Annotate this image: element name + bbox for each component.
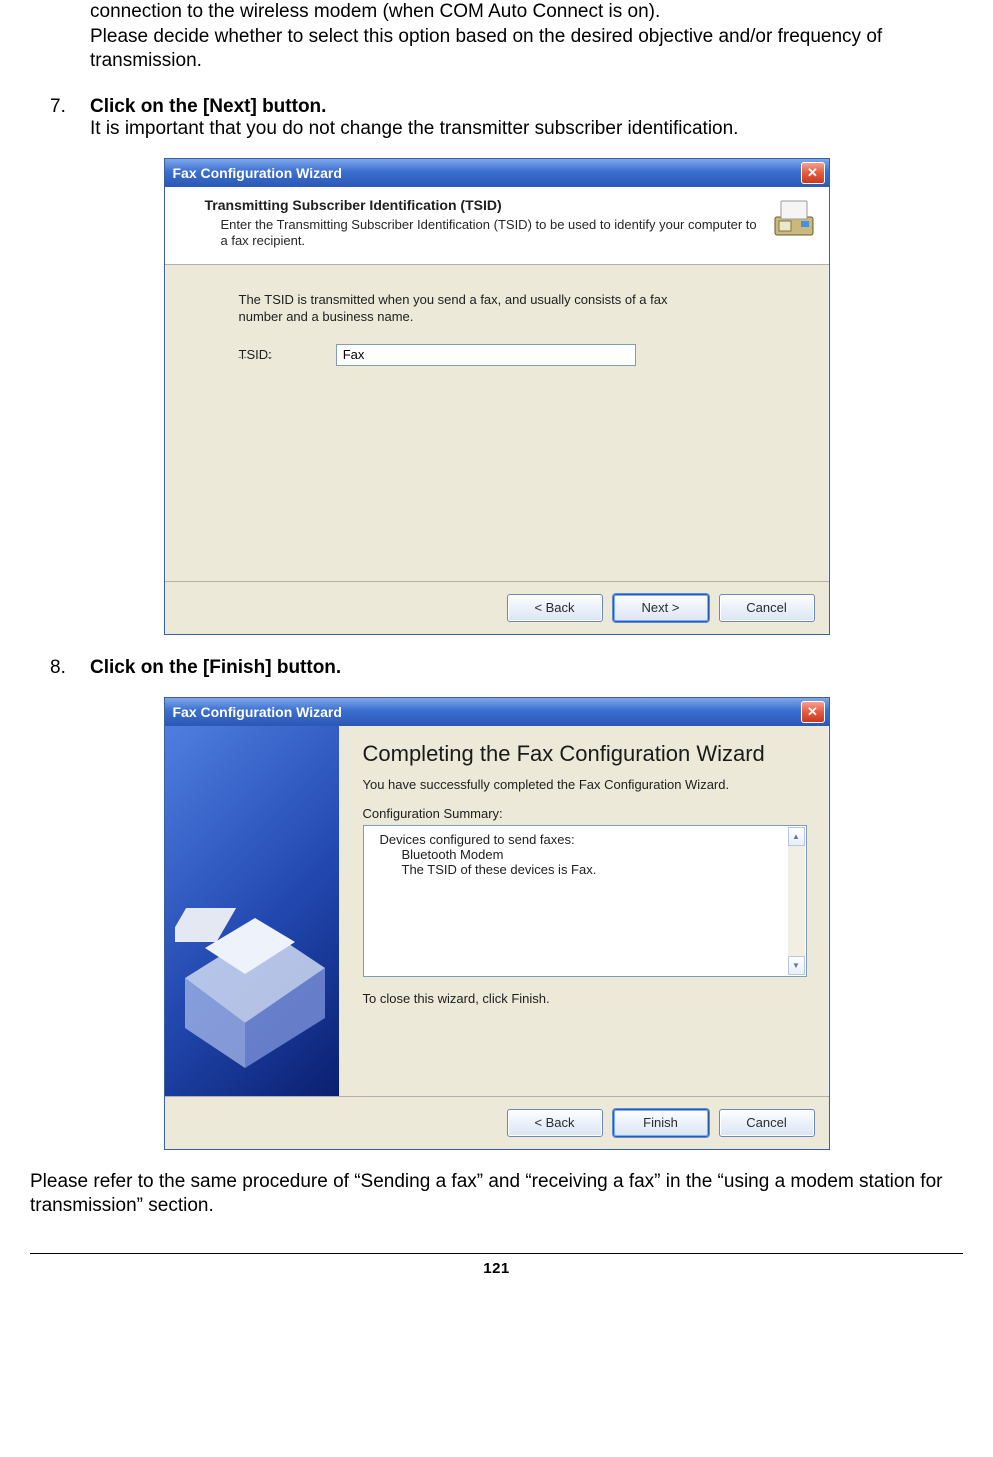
scroll-down-icon[interactable]: ▼ — [788, 956, 805, 975]
tsid-info-text: The TSID is transmitted when you send a … — [239, 291, 689, 326]
cancel-button[interactable]: Cancel — [719, 1109, 815, 1137]
close-icon[interactable]: ✕ — [801, 701, 825, 723]
page-number: 121 — [20, 1254, 973, 1289]
step-7: 7. Click on the [Next] button. It is imp… — [20, 96, 973, 140]
step-7-title: Click on the [Next] button. — [90, 96, 326, 117]
completion-heading: Completing the Fax Configuration Wizard — [363, 740, 807, 768]
close-hint: To close this wizard, click Finish. — [363, 991, 807, 1006]
intro-paragraph: connection to the wireless modem (when C… — [90, 0, 973, 74]
wizard-header-desc: Enter the Transmitting Subscriber Identi… — [221, 217, 759, 250]
cancel-button[interactable]: Cancel — [719, 594, 815, 622]
screenshot-1: Fax Configuration Wizard ✕ Transmitting … — [20, 158, 973, 635]
titlebar: Fax Configuration Wizard ✕ — [165, 698, 829, 726]
wizard-right-pane: Completing the Fax Configuration Wizard … — [339, 726, 829, 1096]
summary-line-2: Bluetooth Modem — [402, 847, 798, 862]
wizard-body: Completing the Fax Configuration Wizard … — [165, 726, 829, 1096]
fax-wizard-complete: Fax Configuration Wizard ✕ Completing th… — [164, 697, 830, 1150]
close-icon[interactable]: ✕ — [801, 162, 825, 184]
next-button[interactable]: Next > — [613, 594, 709, 622]
screenshot-2: Fax Configuration Wizard ✕ Completing th… — [20, 697, 973, 1150]
step-7-subtitle: It is important that you do not change t… — [90, 118, 738, 139]
scroll-up-icon[interactable]: ▲ — [788, 827, 805, 846]
wizard-header: Transmitting Subscriber Identification (… — [165, 187, 829, 265]
wizard-header-title: Transmitting Subscriber Identification (… — [205, 197, 759, 213]
summary-textarea[interactable]: Devices configured to send faxes: Blueto… — [363, 825, 807, 977]
scrollbar[interactable]: ▲ ▼ — [788, 827, 805, 975]
outro-paragraph: Please refer to the same procedure of “S… — [30, 1170, 963, 1219]
titlebar: Fax Configuration Wizard ✕ — [165, 159, 829, 187]
fax-wizard-tsid: Fax Configuration Wizard ✕ Transmitting … — [164, 158, 830, 635]
summary-label: Configuration Summary: — [363, 806, 807, 821]
step-8-number: 8. — [50, 657, 90, 679]
wizard-sidebar-graphic — [165, 726, 339, 1096]
wizard-button-bar: < Back Finish Cancel — [165, 1096, 829, 1149]
step-8: 8. Click on the [Finish] button. — [20, 657, 973, 679]
window-title: Fax Configuration Wizard — [173, 704, 342, 720]
completion-subtext: You have successfully completed the Fax … — [363, 777, 807, 794]
tsid-field-row: TSID: — [239, 344, 783, 366]
document-page: connection to the wireless modem (when C… — [20, 0, 973, 1289]
tsid-label: TSID: — [239, 347, 272, 362]
back-button[interactable]: < Back — [507, 594, 603, 622]
intro-line-2: Please decide whether to select this opt… — [90, 26, 882, 72]
back-button[interactable]: < Back — [507, 1109, 603, 1137]
step-8-title: Click on the [Finish] button. — [90, 657, 341, 678]
summary-line-3: The TSID of these devices is Fax. — [402, 862, 798, 877]
wizard-content: The TSID is transmitted when you send a … — [165, 265, 829, 581]
intro-line-1: connection to the wireless modem (when C… — [90, 1, 660, 22]
finish-button[interactable]: Finish — [613, 1109, 709, 1137]
wizard-button-bar: < Back Next > Cancel — [165, 581, 829, 634]
tsid-input[interactable] — [336, 344, 636, 366]
step-7-number: 7. — [50, 96, 90, 140]
window-title: Fax Configuration Wizard — [173, 165, 342, 181]
summary-line-1: Devices configured to send faxes: — [380, 832, 798, 847]
fax-icon — [771, 195, 817, 241]
